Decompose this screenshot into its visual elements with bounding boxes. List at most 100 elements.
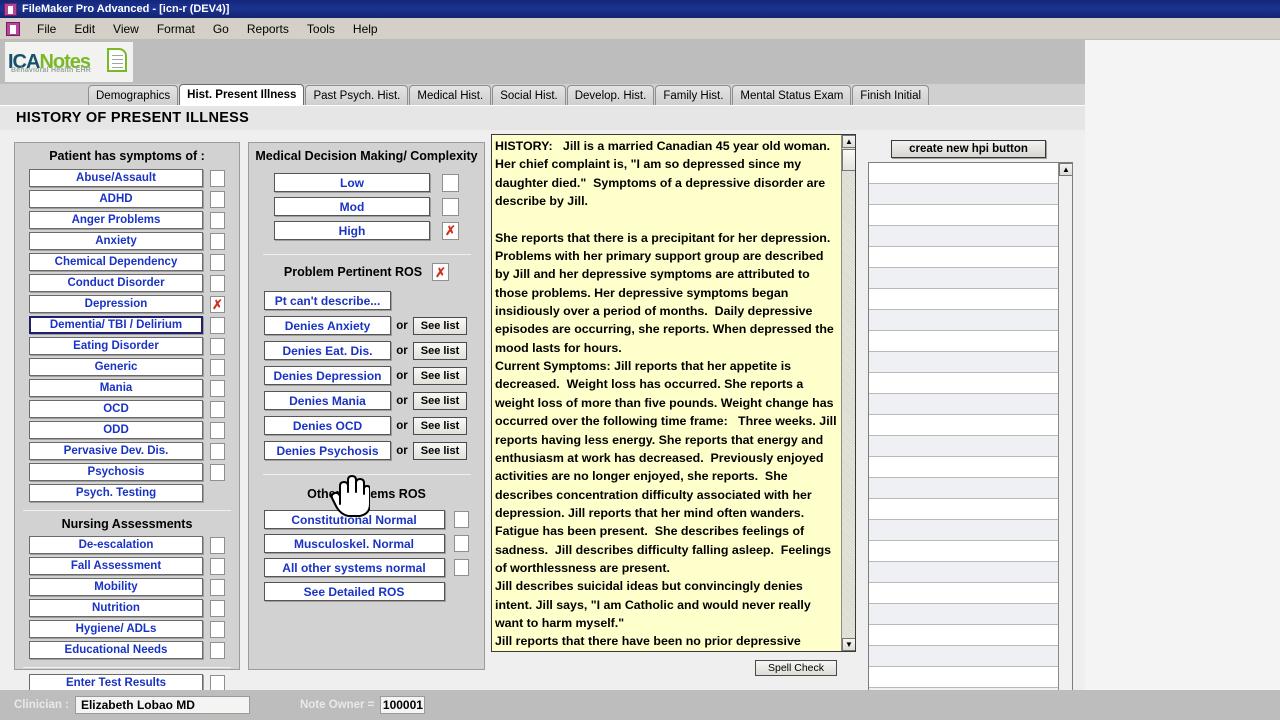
nursing-checkbox[interactable] [210,557,225,575]
test-results-checkbox[interactable] [210,674,225,692]
pt-cant-describe-button[interactable]: Pt can't describe... [264,291,391,310]
spell-check-button[interactable]: Spell Check [755,660,837,676]
hpi-scrollbar[interactable]: ▲ ▼ [1058,163,1072,717]
ros-button-denies-eat-dis[interactable]: Denies Eat. Dis. [264,341,391,360]
ros-button-denies-psychosis[interactable]: Denies Psychosis [264,441,391,460]
nursing-checkbox[interactable] [210,641,225,659]
nursing-button-hygiene-adls[interactable]: Hygiene/ ADLs [29,620,203,638]
menu-help[interactable]: Help [344,20,387,38]
hpi-list-item[interactable] [869,499,1058,520]
scroll-up-icon[interactable]: ▲ [842,135,855,148]
ros-button-denies-ocd[interactable]: Denies OCD [264,416,391,435]
symptom-checkbox[interactable] [210,232,225,250]
symptom-button-generic[interactable]: Generic [29,358,203,376]
tab-demographics[interactable]: Demographics [88,85,179,105]
mdm-checkbox-mod[interactable] [442,197,459,216]
symptom-checkbox[interactable] [210,274,225,292]
hpi-list[interactable]: ▲ ▼ [868,162,1073,718]
note-scrollbar[interactable]: ▲ ▼ [841,135,855,651]
symptom-checkbox[interactable] [210,421,225,439]
hpi-list-item[interactable] [869,394,1058,415]
other-systems-button-all-other-systems-normal[interactable]: All other systems normal [263,558,445,577]
see-list-button[interactable]: See list [413,391,467,410]
nursing-button-educational-needs[interactable]: Educational Needs [29,641,203,659]
note-owner-field[interactable]: 100001 [380,696,426,714]
menu-tools[interactable]: Tools [298,20,344,38]
hpi-list-item[interactable] [869,625,1058,646]
symptom-checkbox[interactable] [210,253,225,271]
scroll-thumb[interactable] [842,149,855,171]
mdm-checkbox-low[interactable] [442,173,459,192]
symptom-checkbox[interactable]: ✗ [210,295,225,313]
symptom-button-anxiety[interactable]: Anxiety [29,232,203,250]
tab-past-psych-hist[interactable]: Past Psych. Hist. [305,85,409,105]
symptom-checkbox[interactable] [210,316,225,334]
nursing-checkbox[interactable] [210,578,225,596]
tab-hist-present-illness[interactable]: Hist. Present Illness [179,84,305,105]
other-systems-checkbox[interactable] [453,559,469,576]
symptom-button-pervasive-dev-dis[interactable]: Pervasive Dev. Dis. [29,442,203,460]
hpi-list-item[interactable] [869,646,1058,667]
hpi-list-item[interactable] [869,373,1058,394]
hpi-list-item[interactable] [869,667,1058,688]
hpi-list-item[interactable] [869,184,1058,205]
hpi-list-item[interactable] [869,226,1058,247]
ros-heading-checkbox[interactable]: ✗ [432,263,450,281]
ros-button-denies-anxiety[interactable]: Denies Anxiety [264,316,391,335]
hpi-list-item[interactable] [869,604,1058,625]
symptom-button-depression[interactable]: Depression [29,295,203,313]
symptom-checkbox[interactable] [210,337,225,355]
hpi-list-item[interactable] [869,247,1058,268]
hpi-list-item[interactable] [869,205,1058,226]
hpi-list-item[interactable] [869,583,1058,604]
nursing-button-mobility[interactable]: Mobility [29,578,203,596]
menu-file[interactable]: File [28,20,65,38]
scroll-down-icon[interactable]: ▼ [842,638,855,651]
tab-develop-hist[interactable]: Develop. Hist. [566,85,655,105]
ros-button-denies-depression[interactable]: Denies Depression [264,366,391,385]
symptom-button-ocd[interactable]: OCD [29,400,203,418]
symptom-button-mania[interactable]: Mania [29,379,203,397]
hpi-list-item[interactable] [869,457,1058,478]
nursing-checkbox[interactable] [210,536,225,554]
hpi-list-item[interactable] [869,478,1058,499]
tab-family-hist[interactable]: Family Hist. [655,85,732,105]
mdm-button-low[interactable]: Low [274,173,430,192]
symptom-button-psych-testing[interactable]: Psych. Testing [29,484,203,502]
see-list-button[interactable]: See list [413,341,467,360]
symptom-checkbox[interactable] [210,190,225,208]
hpi-list-item[interactable] [869,331,1058,352]
tab-social-hist[interactable]: Social Hist. [492,85,566,105]
symptom-button-odd[interactable]: ODD [29,421,203,439]
clinician-field[interactable]: Elizabeth Lobao MD [74,696,250,714]
symptom-button-abuse-assault[interactable]: Abuse/Assault [29,169,203,187]
tab-medical-hist[interactable]: Medical Hist. [409,85,492,105]
hpi-list-item[interactable] [869,310,1058,331]
see-list-button[interactable]: See list [413,441,467,460]
symptom-button-adhd[interactable]: ADHD [29,190,203,208]
menu-reports[interactable]: Reports [238,20,298,38]
hpi-list-item[interactable] [869,436,1058,457]
menu-view[interactable]: View [104,20,148,38]
hpi-scroll-up-icon[interactable]: ▲ [1059,163,1072,176]
symptom-button-dementia-tbi-delirium[interactable]: Dementia/ TBI / Delirium [29,316,203,334]
other-systems-button-constitutional-normal[interactable]: Constitutional Normal [263,510,445,529]
nursing-checkbox[interactable] [210,620,225,638]
tab-mental-status-exam[interactable]: Mental Status Exam [732,85,852,105]
hpi-list-item[interactable] [869,562,1058,583]
tab-finish-initial[interactable]: Finish Initial [852,85,930,105]
history-note-textarea[interactable]: HISTORY: Jill is a married Canadian 45 y… [491,134,856,652]
symptom-checkbox[interactable] [210,463,225,481]
symptom-button-eating-disorder[interactable]: Eating Disorder [29,337,203,355]
symptom-checkbox[interactable] [210,211,225,229]
other-systems-button-see-detailed-ros[interactable]: See Detailed ROS [263,582,445,601]
other-systems-checkbox[interactable] [453,535,469,552]
symptom-checkbox[interactable] [210,358,225,376]
mdm-checkbox-high[interactable]: ✗ [442,221,459,240]
symptom-button-psychosis[interactable]: Psychosis [29,463,203,481]
hpi-list-item[interactable] [869,415,1058,436]
hpi-list-item[interactable] [869,268,1058,289]
hpi-list-item[interactable] [869,520,1058,541]
symptom-checkbox[interactable] [210,169,225,187]
menu-format[interactable]: Format [148,20,204,38]
